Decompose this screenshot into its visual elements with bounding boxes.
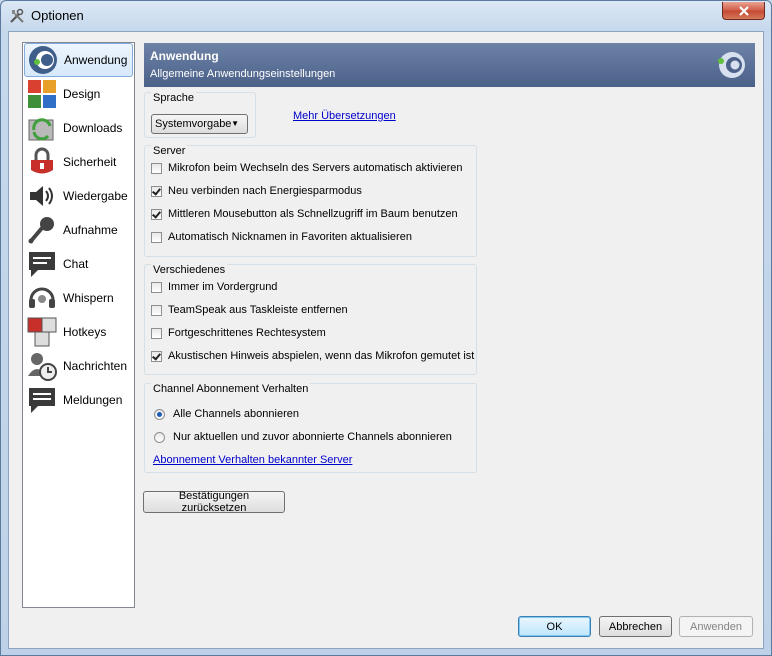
misc-group: Verschiedenes Immer im Vordergrund TeamS… [144,264,477,375]
server-option-reconnect[interactable]: Neu verbinden nach Energiesparmodus [151,185,362,197]
checkbox[interactable] [151,208,162,220]
checkbox-label: Fortgeschrittenes Rechtesystem [168,327,326,339]
sidebar-item-label: Wiedergabe [63,189,128,203]
checkbox[interactable] [151,281,162,293]
server-option-middle-mouse[interactable]: Mittleren Mousebutton als Schnellzugriff… [151,208,458,220]
category-list[interactable]: Anwendung Design Downloads Sicherheit Wi… [22,42,135,608]
window-title: Optionen [31,8,84,23]
checkbox-label: TeamSpeak aus Taskleiste entfernen [168,304,348,316]
dropdown-arrow-icon: ▼ [231,119,239,128]
speaker-icon [30,186,53,206]
sidebar-item-label: Meldungen [63,393,123,407]
sidebar-item-hotkeys[interactable]: Hotkeys [24,315,133,349]
sidebar-item-wiedergabe[interactable]: Wiedergabe [24,179,133,213]
misc-option-advanced-permissions[interactable]: Fortgeschrittenes Rechtesystem [151,327,326,339]
checkbox-label: Mittleren Mousebutton als Schnellzugriff… [168,208,458,220]
page-title: Anwendung [150,49,219,63]
subscription-group: Channel Abonnement Verhalten Alle Channe… [144,383,477,473]
teamspeak-icon [29,46,57,74]
sidebar-item-label: Whispern [63,291,114,305]
language-select-value: Systemvorgabe [155,118,232,130]
lock-icon [31,147,53,174]
group-title: Server [151,145,188,157]
design-icon [28,80,56,108]
checkbox-label: Akustischen Hinweis abspielen, wenn das … [168,350,475,362]
page-header: Anwendung Allgemeine Anwendungseinstellu… [144,43,755,87]
sidebar-item-label: Sicherheit [63,155,117,169]
sidebar-item-meldungen[interactable]: Meldungen [24,383,133,417]
checkbox[interactable] [151,304,162,316]
notifications-icon [29,388,55,413]
sidebar-item-sicherheit[interactable]: Sicherheit [24,145,133,179]
title-bar[interactable]: Optionen [1,1,771,31]
radio-button[interactable] [154,431,165,443]
server-option-mic-autoactivate[interactable]: Mikrofon beim Wechseln des Servers autom… [151,162,462,174]
sidebar-item-label: Anwendung [64,53,128,67]
sidebar-item-label: Chat [63,257,89,271]
checkbox[interactable] [151,231,162,243]
subscription-option-current[interactable]: Nur aktuellen und zuvor abonnierte Chann… [154,431,452,443]
group-title: Verschiedenes [151,264,228,276]
sidebar-item-label: Hotkeys [63,325,107,339]
teamspeak-logo-icon [718,52,745,78]
downloads-icon [28,118,54,141]
options-window: Optionen Anwendung Design Downloads Sich… [0,0,772,656]
group-title: Channel Abonnement Verhalten [151,383,311,395]
sidebar-item-anwendung[interactable]: Anwendung [24,43,133,77]
sidebar-item-label: Downloads [63,121,123,135]
checkbox-label: Immer im Vordergrund [168,281,278,293]
sidebar-item-aufnahme[interactable]: Aufnahme [24,213,133,247]
sidebar-item-label: Aufnahme [63,223,118,237]
page-subtitle: Allgemeine Anwendungseinstellungen [150,68,336,80]
apply-button[interactable]: Anwenden [679,616,753,637]
sidebar-item-chat[interactable]: Chat [24,247,133,281]
checkbox-label: Mikrofon beim Wechseln des Servers autom… [168,162,463,174]
radio-label: Nur aktuellen und zuvor abonnierte Chann… [173,431,452,443]
messages-icon [28,353,57,381]
checkbox-label: Automatisch Nicknamen in Favoriten aktua… [168,231,412,243]
reset-confirmations-button[interactable]: Bestätigungen zurücksetzen [143,490,285,514]
misc-option-always-on-top[interactable]: Immer im Vordergrund [151,281,277,293]
sidebar-item-design[interactable]: Design [24,77,133,111]
checkbox[interactable] [151,327,162,339]
group-title: Sprache [151,92,196,104]
radio-label: Alle Channels abonnieren [173,408,299,420]
misc-option-mute-sound[interactable]: Akustischen Hinweis abspielen, wenn das … [151,350,474,362]
server-group: Server Mikrofon beim Wechseln des Server… [144,145,477,257]
checkbox[interactable] [151,350,162,362]
sidebar-item-label: Nachrichten [63,359,128,373]
language-group: Sprache Systemvorgabe ▼ [144,92,256,138]
sidebar-item-whispern[interactable]: Whispern [24,281,133,315]
more-translations-link[interactable]: Mehr Übersetzungen [293,110,396,122]
microphone-icon [28,217,54,244]
ok-button[interactable]: OK [518,616,591,637]
checkbox[interactable] [151,185,162,197]
sidebar-item-nachrichten[interactable]: Nachrichten [24,349,133,383]
radio-button[interactable] [154,408,165,420]
subscription-known-servers-link[interactable]: Abonnement Verhalten bekannter Server [153,454,352,466]
tools-icon [10,8,24,23]
headset-icon [29,287,55,308]
subscription-option-all[interactable]: Alle Channels abonnieren [154,408,299,420]
close-icon [738,5,749,16]
hotkeys-icon [27,317,57,347]
language-select[interactable]: Systemvorgabe ▼ [151,114,248,134]
chat-icon [29,252,55,277]
cancel-button[interactable]: Abbrechen [599,616,672,637]
sidebar-item-downloads[interactable]: Downloads [24,111,133,145]
sidebar-item-label: Design [63,87,101,101]
server-option-update-nicknames[interactable]: Automatisch Nicknamen in Favoriten aktua… [151,231,412,243]
checkbox[interactable] [151,162,162,174]
close-button[interactable] [722,2,765,20]
dialog-client: Anwendung Design Downloads Sicherheit Wi… [8,31,764,649]
misc-option-hide-taskbar[interactable]: TeamSpeak aus Taskleiste entfernen [151,304,348,316]
checkbox-label: Neu verbinden nach Energiesparmodus [168,185,362,197]
